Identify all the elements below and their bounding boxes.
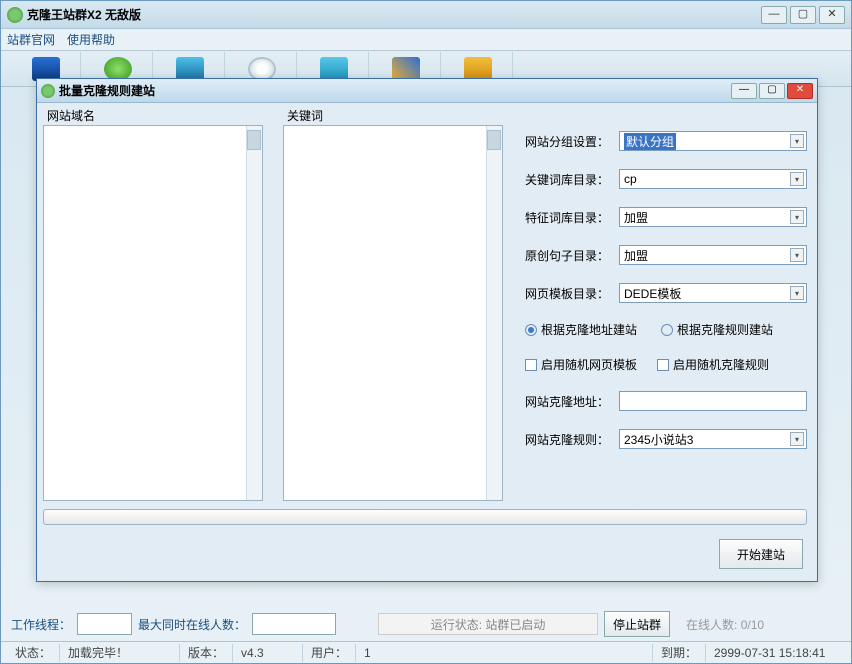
status-value: 加载完毕！	[59, 644, 179, 662]
screen-icon	[32, 57, 60, 81]
domain-column-label: 网站域名	[47, 107, 95, 124]
chevron-down-icon: ▾	[790, 210, 804, 224]
version-label: 版本：	[179, 644, 232, 662]
clone-rule-label: 网站克隆规则：	[525, 431, 619, 448]
chevron-down-icon: ▾	[790, 134, 804, 148]
radio-icon	[525, 324, 537, 336]
scrollbar[interactable]	[246, 126, 262, 500]
checkbox-icon	[657, 359, 669, 371]
keyword-dir-label: 关键词库目录：	[525, 171, 619, 188]
user-label: 用户：	[302, 644, 355, 662]
online-count: 在线人数: 0/10	[686, 616, 764, 633]
checkbox-icon	[525, 359, 537, 371]
scrollbar[interactable]	[486, 126, 502, 500]
chevron-down-icon: ▾	[790, 172, 804, 186]
template-dir-label: 网页模板目录：	[525, 285, 619, 302]
books-icon	[320, 57, 348, 81]
feature-dir-select[interactable]: 加盟▾	[619, 207, 807, 227]
keyword-textarea[interactable]	[283, 125, 503, 501]
clone-address-label: 网站克隆地址：	[525, 393, 619, 410]
dialog-close-button[interactable]: ✕	[787, 83, 813, 99]
dialog-icon	[41, 84, 55, 98]
work-thread-label: 工作线程：	[11, 616, 71, 633]
app-icon	[7, 7, 23, 23]
random-clone-rule-checkbox[interactable]: 启用随机克隆规则	[657, 356, 769, 373]
close-button[interactable]: ✕	[819, 6, 845, 24]
random-template-checkbox[interactable]: 启用随机网页模板	[525, 356, 637, 373]
globe-icon	[104, 57, 132, 81]
cards-icon	[392, 57, 420, 81]
max-online-input[interactable]	[252, 613, 336, 635]
radio-icon	[661, 324, 673, 336]
clone-rule-select[interactable]: 2345小说站3▾	[619, 429, 807, 449]
keyword-column-label: 关键词	[287, 107, 323, 124]
link-icon	[176, 57, 204, 81]
status-label: 状态：	[7, 644, 59, 662]
start-build-button[interactable]: 开始建站	[719, 539, 803, 569]
feature-dir-label: 特征词库目录：	[525, 209, 619, 226]
search-icon	[248, 57, 276, 81]
template-dir-select[interactable]: DEDE模板▾	[619, 283, 807, 303]
group-setting-select[interactable]: 默认分组▾	[619, 131, 807, 151]
dialog-body: 网站域名 关键词 网站分组设置： 默认分组▾ 关键词库目录： cp▾ 特征词库目…	[37, 103, 817, 581]
expire-label: 到期：	[652, 644, 705, 662]
version-value: v4.3	[232, 644, 302, 662]
menu-official-site[interactable]: 站群官网	[7, 31, 55, 48]
main-titlebar: 克隆王站群X2 无敌版 — ▢ ✕	[1, 1, 851, 29]
status-bar: 状态： 加载完毕！ 版本： v4.3 用户： 1 到期： 2999-07-31 …	[1, 641, 851, 663]
expire-value: 2999-07-31 15:18:41	[705, 644, 845, 662]
dialog-maximize-button[interactable]: ▢	[759, 83, 785, 99]
dialog-title: 批量克隆规则建站	[59, 82, 155, 99]
chevron-down-icon: ▾	[790, 286, 804, 300]
build-by-rule-radio[interactable]: 根据克隆规则建站	[661, 321, 773, 338]
tools-icon	[464, 57, 492, 81]
sentence-dir-label: 原创句子目录：	[525, 247, 619, 264]
clone-rule-dialog: 批量克隆规则建站 — ▢ ✕ 网站域名 关键词 网站分组设置： 默认分组▾ 关键…	[36, 78, 818, 582]
user-value: 1	[355, 644, 425, 662]
domain-textarea[interactable]	[43, 125, 263, 501]
chevron-down-icon: ▾	[790, 248, 804, 262]
minimize-button[interactable]: —	[761, 6, 787, 24]
stop-group-button[interactable]: 停止站群	[604, 611, 670, 637]
group-setting-label: 网站分组设置：	[525, 133, 619, 150]
dialog-minimize-button[interactable]: —	[731, 83, 757, 99]
work-thread-input[interactable]	[77, 613, 132, 635]
build-by-address-radio[interactable]: 根据克隆地址建站	[525, 321, 637, 338]
bottom-panel: 工作线程： 最大同时在线人数： 运行状态: 站群已启动 停止站群 在线人数: 0…	[11, 609, 841, 639]
clone-address-input[interactable]	[619, 391, 807, 411]
max-online-label: 最大同时在线人数：	[138, 616, 246, 633]
maximize-button[interactable]: ▢	[790, 6, 816, 24]
keyword-dir-select[interactable]: cp▾	[619, 169, 807, 189]
form-area: 网站分组设置： 默认分组▾ 关键词库目录： cp▾ 特征词库目录： 加盟▾ 原创…	[525, 131, 807, 467]
menu-help[interactable]: 使用帮助	[67, 31, 115, 48]
dialog-titlebar: 批量克隆规则建站 — ▢ ✕	[37, 79, 817, 103]
run-status-display: 运行状态: 站群已启动	[378, 613, 598, 635]
main-title: 克隆王站群X2 无敌版	[27, 6, 141, 23]
sentence-dir-select[interactable]: 加盟▾	[619, 245, 807, 265]
chevron-down-icon: ▾	[790, 432, 804, 446]
main-menu: 站群官网 使用帮助	[1, 29, 851, 51]
progress-bar	[43, 509, 807, 525]
